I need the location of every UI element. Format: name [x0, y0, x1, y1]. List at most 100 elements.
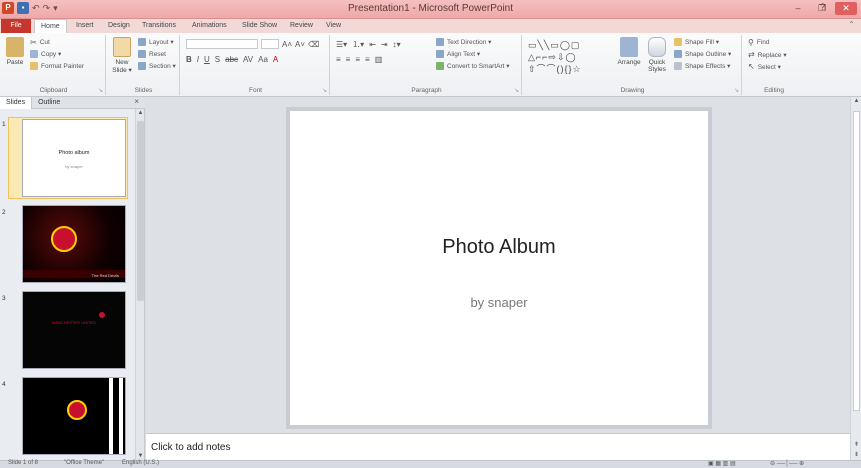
italic-button[interactable]: I: [197, 55, 199, 64]
tab-outline[interactable]: Outline: [32, 97, 66, 109]
tab-review[interactable]: Review: [284, 19, 319, 33]
layout-button[interactable]: Layout ▾: [138, 38, 174, 46]
find-button[interactable]: ⚲ Find: [748, 38, 770, 47]
arrange-label: Arrange: [617, 59, 641, 66]
shrink-font-icon[interactable]: A˅: [295, 40, 305, 49]
shape-fill-label: Shape Fill ▾: [685, 39, 719, 46]
dialog-launcher-icon[interactable]: ↘: [322, 87, 327, 94]
columns-icon[interactable]: ▥: [375, 55, 383, 64]
text-direction-label: Text Direction ▾: [447, 39, 492, 46]
chevron-up-icon[interactable]: ⌃: [848, 20, 855, 29]
change-case-button[interactable]: Aa: [258, 55, 268, 64]
slide-thumbnail-2[interactable]: The Red Devils: [22, 205, 126, 283]
slide-subtitle[interactable]: by snaper: [290, 295, 708, 310]
tab-design[interactable]: Design: [102, 19, 136, 33]
select-button[interactable]: ↖ Select ▾: [748, 62, 781, 71]
slide-thumbnail-3[interactable]: MANCHESTER UNITED: [22, 291, 126, 369]
notes-placeholder[interactable]: Click to add notes: [151, 442, 231, 453]
scroll-up-icon[interactable]: ▲: [851, 98, 861, 104]
align-center-icon[interactable]: ≡: [346, 55, 351, 64]
title-bar: P ▪ ↶ ↷ ▾ Presentation1 - Microsoft Powe…: [0, 0, 861, 19]
align-right-icon[interactable]: ≡: [355, 55, 360, 64]
tab-animations[interactable]: Animations: [186, 19, 233, 33]
character-spacing-button[interactable]: AV: [243, 55, 253, 64]
scissors-icon: ✂: [30, 38, 37, 47]
slides-pane-scrollbar[interactable]: ▲ ▼: [135, 109, 144, 460]
tab-insert[interactable]: Insert: [70, 19, 100, 33]
view-buttons[interactable]: ▣ ▦ ▥ ▤: [708, 460, 736, 467]
shapes-gallery[interactable]: ▭╲╲▭◯▢ △⌐⌐⇨⇩◯ ⇧⌒⌒(){}☆: [528, 39, 608, 74]
maximize-button[interactable]: ❐: [811, 2, 833, 15]
quick-styles-button[interactable]: Quick Styles: [644, 37, 670, 73]
current-slide[interactable]: Photo Album by snaper: [286, 107, 712, 429]
drawing-group-label: Drawing: [620, 87, 645, 94]
tab-transitions[interactable]: Transitions: [136, 19, 182, 33]
pane-tabs: Slides Outline ×: [0, 96, 145, 109]
font-name-dropdown[interactable]: [186, 39, 258, 49]
justify-icon[interactable]: ≡: [365, 55, 370, 64]
shadow-button[interactable]: S: [215, 55, 220, 64]
thumb-caption: The Red Devils: [91, 273, 119, 278]
cut-button[interactable]: ✂ Cut: [30, 38, 50, 47]
text-direction-button[interactable]: Text Direction ▾: [436, 38, 491, 46]
scrollbar-thumb[interactable]: [853, 111, 860, 411]
close-icon[interactable]: ×: [134, 97, 139, 106]
tab-slide-show[interactable]: Slide Show: [236, 19, 283, 33]
tab-file[interactable]: File: [1, 19, 31, 33]
dialog-launcher-icon[interactable]: ↘: [514, 87, 519, 94]
underline-button[interactable]: U: [204, 55, 210, 64]
tab-slides[interactable]: Slides: [0, 96, 33, 109]
align-left-icon[interactable]: ≡: [336, 55, 341, 64]
editor-scrollbar[interactable]: ▲ ⇞ ⇟: [850, 97, 861, 460]
scroll-down-icon[interactable]: ▼: [136, 453, 145, 459]
font-color-button[interactable]: A: [273, 55, 278, 64]
shape-outline-label: Shape Outline ▾: [685, 51, 732, 58]
bullets-icon[interactable]: ☰▾: [336, 40, 347, 49]
strikethrough-button[interactable]: abc: [225, 55, 238, 64]
paragraph-group-label: Paragraph: [411, 87, 442, 94]
font-size-dropdown[interactable]: [261, 39, 279, 49]
reset-button[interactable]: Reset: [138, 50, 166, 58]
shape-outline-button[interactable]: Shape Outline ▾: [674, 50, 731, 58]
shape-fill-button[interactable]: Shape Fill ▾: [674, 38, 719, 46]
tab-home[interactable]: Home: [34, 19, 67, 33]
notes-pane[interactable]: Click to add notes: [146, 433, 850, 460]
scrollbar-thumb[interactable]: [137, 121, 144, 301]
increase-indent-icon[interactable]: ⇥: [381, 40, 388, 49]
shape-effects-button[interactable]: Shape Effects ▾: [674, 62, 730, 70]
reset-icon: [138, 50, 146, 58]
grow-font-icon[interactable]: A˄: [282, 40, 292, 49]
tab-view[interactable]: View: [320, 19, 347, 33]
arrange-button[interactable]: Arrange: [616, 37, 642, 66]
next-slide-icon[interactable]: ⇟: [851, 451, 861, 458]
bold-button[interactable]: B: [186, 55, 192, 64]
previous-slide-icon[interactable]: ⇞: [851, 441, 861, 448]
clear-formatting-icon[interactable]: ⌫: [308, 40, 319, 49]
align-text-button[interactable]: Align Text ▾: [436, 50, 480, 58]
cursor-icon: ↖: [748, 62, 755, 71]
close-button[interactable]: ✕: [835, 2, 857, 15]
status-bar: Slide 1 of 8 "Office Theme" English (U.S…: [0, 460, 861, 468]
new-slide-button[interactable]: New Slide ▾: [110, 37, 134, 74]
section-button[interactable]: Section ▾: [138, 62, 176, 70]
zoom-slider[interactable]: ⊖ ──│── ⊕: [770, 460, 804, 467]
slide-title[interactable]: Photo Album: [290, 236, 708, 259]
scroll-up-icon[interactable]: ▲: [136, 110, 145, 116]
language-indicator[interactable]: English (U.S.): [122, 460, 159, 466]
binoculars-icon: ⚲: [748, 38, 754, 47]
slide-thumbnail-1[interactable]: Photo album by snaper: [22, 119, 126, 197]
numbering-icon[interactable]: ⒈▾: [352, 39, 364, 50]
replace-button[interactable]: ⇄ Replace ▾: [748, 50, 787, 59]
dialog-launcher-icon[interactable]: ↘: [734, 87, 739, 94]
copy-button[interactable]: Copy ▾: [30, 50, 61, 58]
convert-smartart-button[interactable]: Convert to SmartArt ▾: [436, 62, 510, 70]
format-painter-button[interactable]: Format Painter: [30, 62, 84, 70]
paste-button[interactable]: Paste: [4, 37, 26, 66]
dialog-launcher-icon[interactable]: ↘: [98, 87, 103, 94]
decrease-indent-icon[interactable]: ⇤: [369, 40, 376, 49]
minimize-button[interactable]: –: [787, 2, 809, 15]
slide-number: 4: [2, 381, 6, 388]
slide-thumbnail-4[interactable]: [22, 377, 126, 455]
text-direction-icon: [436, 38, 444, 46]
line-spacing-icon[interactable]: ↕▾: [393, 40, 401, 49]
